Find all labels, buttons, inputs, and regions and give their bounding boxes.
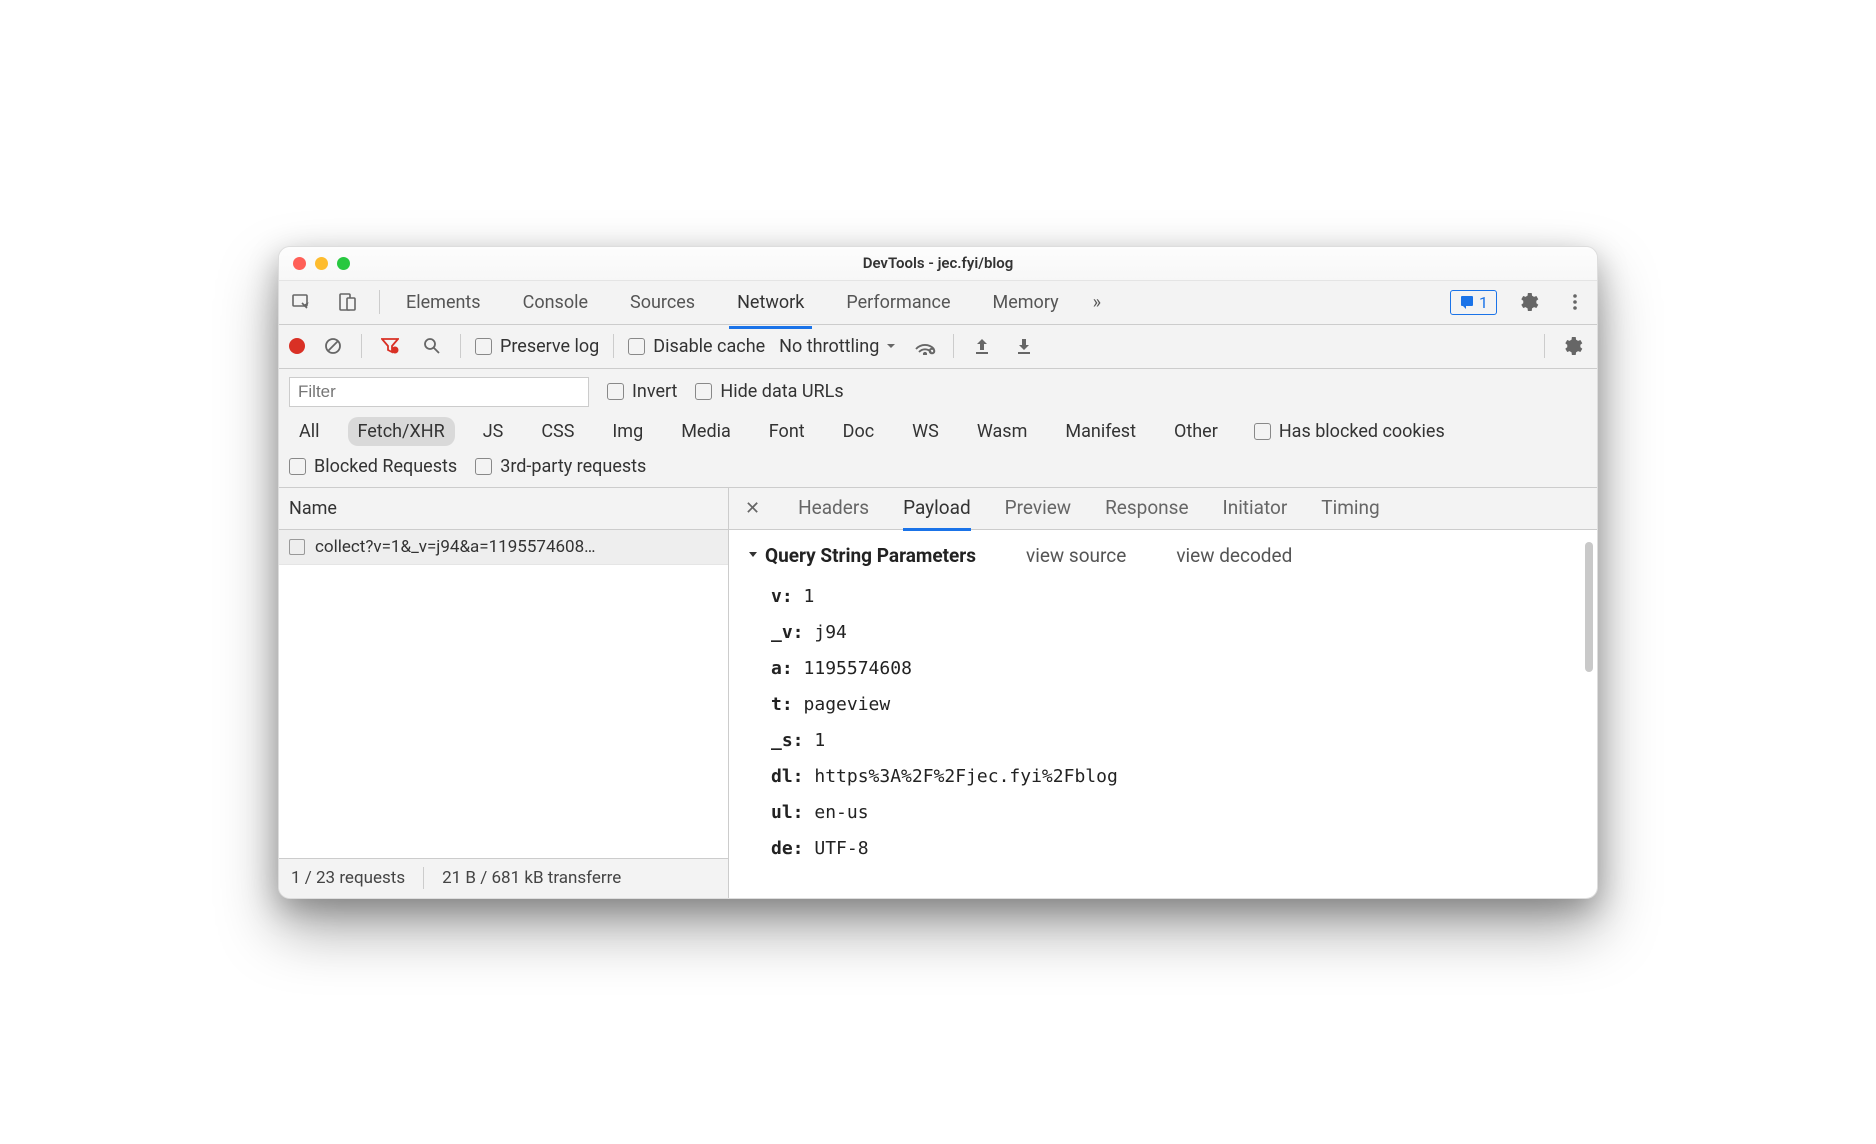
request-list-panel: Name collect?v=1&_v=j94&a=1195574608… 1 … bbox=[279, 488, 729, 898]
tab-overflow[interactable]: » bbox=[1085, 286, 1109, 319]
param-row: _s: 1 bbox=[771, 723, 1579, 759]
device-toolbar-icon[interactable] bbox=[333, 288, 361, 316]
type-filter-manifest[interactable]: Manifest bbox=[1055, 417, 1146, 446]
upload-icon[interactable] bbox=[968, 332, 996, 360]
close-detail-icon[interactable]: ✕ bbox=[745, 498, 760, 519]
throttling-dropdown[interactable]: No throttling bbox=[779, 336, 897, 357]
devtools-window: DevTools - jec.fyi/blog Elements Console S… bbox=[278, 246, 1598, 899]
scrollbar[interactable] bbox=[1585, 542, 1593, 672]
view-source-link[interactable]: view source bbox=[1026, 544, 1126, 567]
type-filter-ws[interactable]: WS bbox=[902, 417, 949, 446]
type-filter-fetch-xhr[interactable]: Fetch/XHR bbox=[348, 417, 455, 446]
third-party-checkbox[interactable]: 3rd-party requests bbox=[475, 456, 646, 477]
param-row: a: 1195574608 bbox=[771, 651, 1579, 687]
content-area: Name collect?v=1&_v=j94&a=1195574608… 1 … bbox=[279, 488, 1597, 898]
filter-icon[interactable] bbox=[376, 332, 404, 360]
transfer-size: 21 B / 681 kB transferre bbox=[442, 868, 621, 888]
download-icon[interactable] bbox=[1010, 332, 1038, 360]
detail-tab-initiator[interactable]: Initiator bbox=[1223, 496, 1288, 520]
clear-icon[interactable] bbox=[319, 332, 347, 360]
status-bar: 1 / 23 requests 21 B / 681 kB transferre bbox=[279, 858, 728, 898]
request-name: collect?v=1&_v=j94&a=1195574608… bbox=[315, 537, 596, 557]
search-icon[interactable] bbox=[418, 332, 446, 360]
inspect-element-icon[interactable] bbox=[287, 288, 315, 316]
titlebar: DevTools - jec.fyi/blog bbox=[279, 247, 1597, 281]
type-filter-css[interactable]: CSS bbox=[531, 417, 584, 446]
window-controls bbox=[293, 257, 350, 270]
type-filter-media[interactable]: Media bbox=[671, 417, 741, 446]
type-filter-font[interactable]: Font bbox=[759, 417, 815, 446]
blocked-requests-checkbox[interactable]: Blocked Requests bbox=[289, 456, 457, 477]
issues-count: 1 bbox=[1479, 293, 1488, 312]
detail-tab-bar: ✕ Headers Payload Preview Response Initiator… bbox=[729, 488, 1597, 530]
network-settings-icon[interactable] bbox=[1559, 332, 1587, 360]
param-row: v: 1 bbox=[771, 579, 1579, 615]
request-count: 1 / 23 requests bbox=[291, 868, 405, 888]
filter-bar: Invert Hide data URLs All Fetch/XHR JS CSS I… bbox=[279, 369, 1597, 488]
detail-tab-preview[interactable]: Preview bbox=[1005, 496, 1071, 520]
view-decoded-link[interactable]: view decoded bbox=[1176, 544, 1292, 567]
type-filter-wasm[interactable]: Wasm bbox=[967, 417, 1038, 446]
invert-checkbox[interactable]: Invert bbox=[607, 381, 677, 402]
main-tab-bar: ElementsConsoleSourcesNetworkPerformance… bbox=[279, 281, 1597, 325]
minimize-window-button[interactable] bbox=[315, 257, 328, 270]
request-list-header[interactable]: Name bbox=[279, 488, 728, 530]
param-row: ul: en-us bbox=[771, 795, 1579, 831]
window-title: DevTools - jec.fyi/blog bbox=[279, 254, 1597, 272]
issues-badge[interactable]: 1 bbox=[1450, 290, 1497, 315]
param-row: _v: j94 bbox=[771, 615, 1579, 651]
section-title: Query String Parameters bbox=[765, 544, 976, 567]
type-filter-doc[interactable]: Doc bbox=[833, 417, 885, 446]
param-row: t: pageview bbox=[771, 687, 1579, 723]
detail-tab-headers[interactable]: Headers bbox=[798, 496, 869, 520]
type-filter-img[interactable]: Img bbox=[602, 417, 653, 446]
param-row: de: UTF-8 bbox=[771, 831, 1579, 867]
param-row: dl: https%3A%2F%2Fjec.fyi%2Fblog bbox=[771, 759, 1579, 795]
hide-data-urls-checkbox[interactable]: Hide data URLs bbox=[695, 381, 843, 402]
type-filter-all[interactable]: All bbox=[289, 417, 330, 446]
disclosure-triangle-icon[interactable] bbox=[747, 549, 759, 561]
filter-input[interactable] bbox=[289, 377, 589, 407]
has-blocked-cookies-checkbox[interactable]: Has blocked cookies bbox=[1254, 421, 1445, 442]
detail-tab-timing[interactable]: Timing bbox=[1321, 496, 1379, 520]
detail-tab-response[interactable]: Response bbox=[1105, 496, 1188, 520]
zoom-window-button[interactable] bbox=[337, 257, 350, 270]
preserve-log-checkbox[interactable]: Preserve log bbox=[475, 336, 599, 357]
payload-body: Query String Parameters view source view… bbox=[729, 530, 1597, 898]
network-conditions-icon[interactable] bbox=[911, 332, 939, 360]
tab-performance[interactable]: Performance bbox=[838, 286, 958, 319]
tab-elements[interactable]: Elements bbox=[398, 286, 489, 319]
chevron-down-icon bbox=[885, 340, 897, 352]
tab-memory[interactable]: Memory bbox=[985, 286, 1067, 319]
network-toolbar: Preserve log Disable cache No throttling bbox=[279, 325, 1597, 369]
disable-cache-checkbox[interactable]: Disable cache bbox=[628, 336, 765, 357]
type-filter-other[interactable]: Other bbox=[1164, 417, 1228, 446]
type-filter-js[interactable]: JS bbox=[473, 417, 514, 446]
tab-network[interactable]: Network bbox=[729, 286, 812, 329]
record-button[interactable] bbox=[289, 338, 305, 354]
close-window-button[interactable] bbox=[293, 257, 306, 270]
detail-tab-payload[interactable]: Payload bbox=[903, 496, 971, 531]
detail-panel: ✕ Headers Payload Preview Response Initiator… bbox=[729, 488, 1597, 898]
tab-sources[interactable]: Sources bbox=[622, 286, 703, 319]
kebab-menu-icon[interactable] bbox=[1561, 288, 1589, 316]
request-checkbox[interactable] bbox=[289, 539, 305, 555]
tab-console[interactable]: Console bbox=[515, 286, 596, 319]
settings-icon[interactable] bbox=[1515, 288, 1543, 316]
request-row[interactable]: collect?v=1&_v=j94&a=1195574608… bbox=[279, 530, 728, 565]
